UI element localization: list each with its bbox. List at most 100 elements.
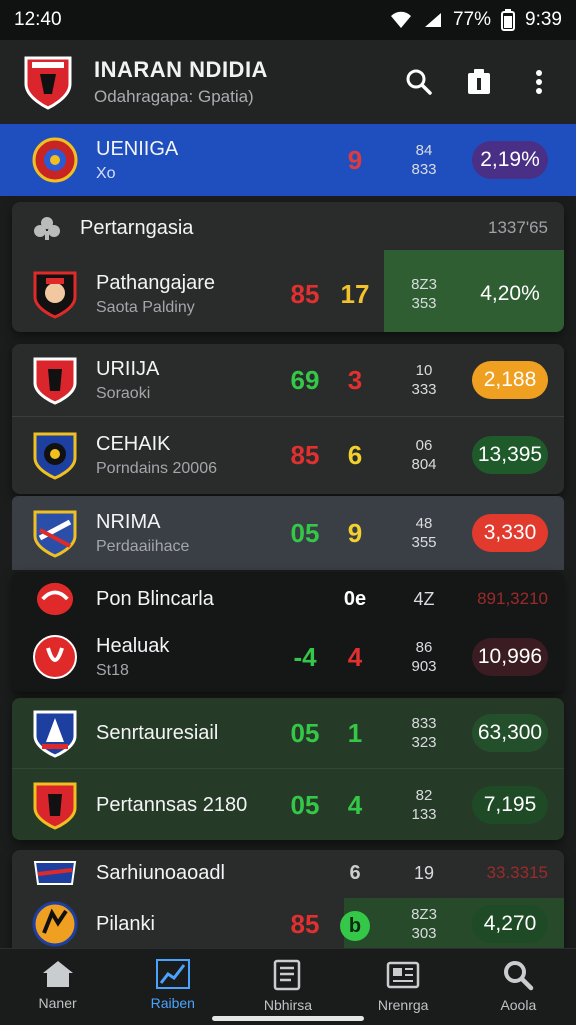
table-row[interactable]: Pathangajare Saota Paldiny 85 17 8Z3 353… bbox=[12, 258, 564, 330]
group-title: Pertarngasia bbox=[80, 216, 194, 239]
nav-label: Nbhirsa bbox=[263, 997, 313, 1013]
table-row[interactable]: Pilanki 85 b 8Z3 303 4,270 bbox=[12, 896, 564, 948]
group-meta: 891,3210 bbox=[477, 589, 548, 608]
team-sub: Saota Paldiny bbox=[96, 298, 195, 316]
value-badge: 4,270 bbox=[472, 905, 548, 943]
stat-secondary: 4 bbox=[347, 641, 363, 672]
search-icon bbox=[504, 961, 534, 991]
clipboard-icon bbox=[468, 69, 490, 94]
nav-rankings[interactable]: Raiben bbox=[125, 949, 221, 1011]
newspaper-icon bbox=[386, 961, 420, 989]
group-header[interactable]: Pertarngasia 1337'65 bbox=[12, 202, 564, 254]
app-logo bbox=[22, 54, 74, 110]
nav-label: Raiben bbox=[150, 995, 195, 1011]
stat-top: 8Z3 bbox=[411, 906, 437, 923]
team-name: URIIJA bbox=[96, 357, 160, 380]
row-divider bbox=[12, 768, 564, 769]
group-meta: 33.3315 bbox=[486, 863, 548, 882]
stat-bottom: 804 bbox=[411, 456, 437, 473]
stat-top: 833 bbox=[411, 715, 437, 732]
stat-stack: 82 133 bbox=[394, 786, 454, 824]
stat-secondary: 4 bbox=[347, 789, 363, 820]
news-icon bbox=[273, 959, 301, 991]
stat-secondary: 1 bbox=[347, 717, 363, 748]
value-badge: 13,395 bbox=[472, 436, 548, 474]
table-row[interactable]: URIIJA Soraoki 69 3 10 333 2,188 bbox=[12, 344, 564, 416]
stat-primary: 05 bbox=[290, 517, 320, 548]
group-header[interactable]: Sarhiunoaoadl 6 19 33.3315 bbox=[12, 850, 564, 896]
app-subtitle: Odahragapa: Gpatia) bbox=[94, 87, 254, 106]
stat-primary: 05 bbox=[290, 789, 320, 820]
stat-secondary: 6 bbox=[349, 861, 361, 884]
stat-top: 4Z bbox=[413, 588, 435, 609]
stat-primary: 85 bbox=[290, 439, 320, 470]
team-name: UENIIGA bbox=[96, 137, 179, 160]
nav-news[interactable]: Nbhirsa bbox=[240, 949, 336, 1013]
stat-top: 48 bbox=[415, 515, 433, 532]
stat-top: 06 bbox=[415, 437, 433, 454]
table-row[interactable]: Senrtauresiail 05 1 833 323 63,300 bbox=[12, 698, 564, 768]
home-icon bbox=[42, 961, 73, 987]
value-badge: 7,195 bbox=[472, 786, 548, 824]
team-sub: Perdaaiihace bbox=[96, 537, 190, 555]
table-row[interactable]: CEHAIK Porndains 20006 85 6 06 804 13,39… bbox=[12, 418, 564, 492]
team-crest-icon bbox=[33, 510, 77, 558]
table-row[interactable]: UENIIGA Xo 9 84 833 2,19% bbox=[0, 124, 576, 196]
value-badge: 2,188 bbox=[472, 361, 548, 399]
battery-icon bbox=[501, 9, 516, 31]
battery-percent: 77% bbox=[452, 9, 492, 30]
stat-stack: 86 903 bbox=[394, 638, 454, 676]
nav-label: Nrenrga bbox=[377, 997, 429, 1013]
stat-secondary: b bbox=[330, 908, 380, 941]
nav-search[interactable]: Aoola bbox=[470, 949, 566, 1013]
search-button[interactable] bbox=[404, 67, 434, 97]
team-crest-icon bbox=[32, 901, 78, 947]
team-crest-icon bbox=[33, 710, 77, 758]
value-badge: 4,20% bbox=[480, 282, 540, 305]
stat-stack: 8Z3 303 bbox=[394, 905, 454, 943]
bookmark-button[interactable] bbox=[464, 67, 494, 97]
table-row[interactable]: Healuak St18 -4 4 86 903 10,996 bbox=[12, 624, 564, 690]
status-bar: 12:40 77% 9:39 bbox=[0, 0, 576, 40]
team-name: Pathangajare bbox=[96, 271, 215, 294]
stat-top: 86 bbox=[415, 639, 433, 656]
team-name: Pertannsas 2180 bbox=[96, 793, 248, 816]
team-name: Senrtauresiail bbox=[96, 721, 219, 744]
value-badge: 3,330 bbox=[472, 514, 548, 552]
stat-bottom: 903 bbox=[411, 658, 437, 675]
stat-secondary: 0e bbox=[343, 587, 367, 610]
table-row[interactable]: NRIMA Perdaaiihace 05 9 48 355 3,330 bbox=[12, 496, 564, 570]
stat-primary: 85 bbox=[290, 278, 320, 309]
nav-label: Aoola bbox=[500, 997, 537, 1013]
group-header[interactable]: Pon Blincarla 0e 4Z 891,3210 bbox=[12, 576, 564, 622]
stat-top: 10 bbox=[415, 362, 433, 379]
value-badge: 2,19% bbox=[472, 141, 548, 179]
team-name: NRIMA bbox=[96, 510, 161, 533]
bottom-navigation: Naner Raiben Nbhirsa Nrenrga Aoola bbox=[0, 948, 576, 1025]
stat-stack: 84 833 bbox=[394, 141, 454, 179]
team-crest-icon bbox=[36, 582, 74, 616]
nav-home[interactable]: Naner bbox=[10, 949, 106, 1011]
value-badge: 10,996 bbox=[472, 638, 548, 676]
stat-bottom: 355 bbox=[411, 534, 437, 551]
value-badge: 63,300 bbox=[472, 714, 548, 752]
more-options-button[interactable] bbox=[524, 67, 554, 97]
stat-bottom: 303 bbox=[411, 925, 437, 942]
group-title: Pon Blincarla bbox=[96, 587, 214, 610]
nav-articles[interactable]: Nrenrga bbox=[355, 949, 451, 1013]
home-indicator[interactable] bbox=[212, 1016, 364, 1021]
search-icon bbox=[406, 69, 432, 95]
team-crest-icon bbox=[33, 271, 77, 319]
stat-stack: 8Z3 353 bbox=[394, 275, 454, 313]
team-crest-icon bbox=[32, 137, 78, 183]
stat-top: 82 bbox=[415, 787, 433, 804]
team-sub: St18 bbox=[96, 661, 129, 679]
team-sub: Porndains 20006 bbox=[96, 459, 217, 477]
status-time-left: 12:40 bbox=[14, 9, 62, 30]
stat-primary: 85 bbox=[290, 908, 320, 939]
row-divider bbox=[12, 416, 564, 417]
stat-secondary: 9 bbox=[347, 144, 363, 175]
stat-primary: -4 bbox=[293, 641, 317, 672]
table-row[interactable]: Pertannsas 2180 05 4 82 133 7,195 bbox=[12, 770, 564, 840]
stat-bottom: 323 bbox=[411, 734, 437, 751]
